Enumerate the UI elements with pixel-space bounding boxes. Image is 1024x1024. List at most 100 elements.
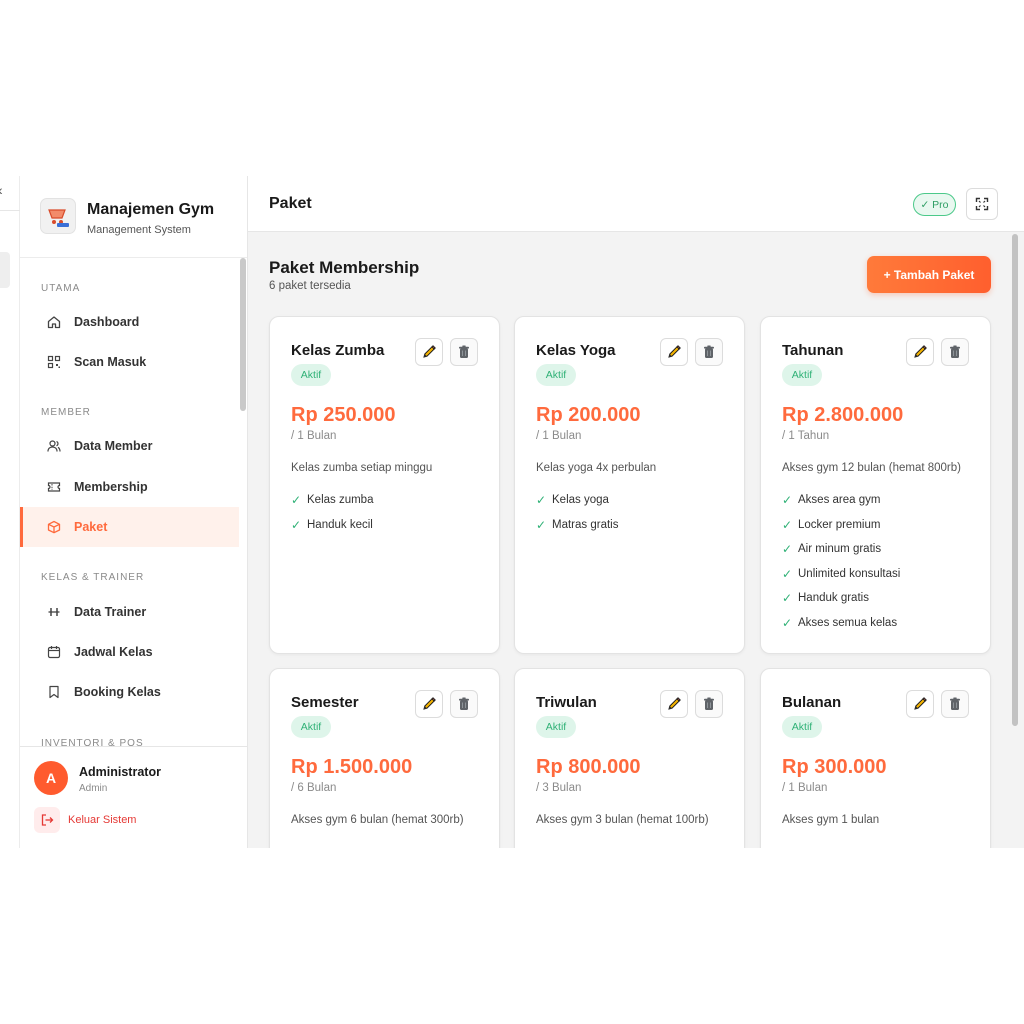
feature-item: ✓ Kelas yoga: [536, 493, 609, 507]
section-member: MEMBER: [41, 407, 91, 418]
section-utama: UTAMA: [41, 283, 81, 294]
status-badge: Aktif: [536, 716, 576, 738]
package-price: Rp 250.000: [291, 404, 396, 426]
user-panel: A Administrator Admin Keluar Sistem: [20, 746, 247, 848]
trash-icon: [459, 345, 469, 358]
package-icon: [46, 519, 62, 535]
qr-scan-icon: [46, 354, 62, 370]
sidebar-item-jadwal-kelas[interactable]: Jadwal Kelas: [20, 632, 239, 672]
sidebar-item-dashboard[interactable]: Dashboard: [20, 302, 239, 342]
sidebar-item-label: Paket: [74, 520, 108, 534]
pencil-icon: [914, 697, 927, 710]
calendar-icon: [46, 644, 62, 660]
status-badge: Aktif: [782, 716, 822, 738]
fullscreen-button[interactable]: [966, 188, 998, 220]
sidebar-item-data-trainer[interactable]: Data Trainer: [20, 592, 239, 632]
check-icon: ✓: [782, 615, 793, 630]
package-price: Rp 200.000: [536, 404, 641, 426]
app-subtitle: Management System: [87, 224, 191, 236]
collapsed-panel: ‹: [0, 176, 20, 848]
package-name: Kelas Yoga: [536, 342, 616, 359]
sidebar-item-label: Jadwal Kelas: [74, 645, 153, 659]
package-period: / 1 Bulan: [782, 782, 828, 794]
package-price: Rp 2.800.000: [782, 404, 904, 426]
feature-label: Handuk gratis: [798, 592, 869, 604]
sidebar-item-paket[interactable]: Paket: [20, 507, 239, 547]
edit-button[interactable]: [415, 338, 443, 366]
section-heading: Paket Membership: [269, 258, 420, 277]
sidebar-item-label: Data Trainer: [74, 605, 147, 619]
feature-item: ✓ Handuk kecil: [291, 518, 373, 532]
pencil-icon: [423, 345, 436, 358]
package-description: Kelas yoga 4x perbulan: [536, 462, 657, 474]
feature-item: ✓ Kelas zumba: [291, 493, 373, 507]
page-title: Paket: [269, 195, 312, 212]
package-price: Rp 1.500.000: [291, 756, 413, 778]
status-badge: Aktif: [291, 716, 331, 738]
edit-button[interactable]: [906, 338, 934, 366]
delete-button[interactable]: [695, 690, 723, 718]
panel-handle[interactable]: [0, 252, 10, 288]
logout-button[interactable]: Keluar Sistem: [68, 814, 136, 826]
pencil-icon: [914, 345, 927, 358]
feature-label: Akses area gym: [798, 494, 881, 506]
home-icon: [46, 314, 62, 330]
feature-label: Unlimited konsultasi: [798, 567, 901, 580]
sidebar-item-label: Booking Kelas: [74, 685, 161, 699]
delete-button[interactable]: [450, 338, 478, 366]
status-badge: Aktif: [291, 364, 331, 386]
sidebar-item-label: Membership: [74, 480, 148, 494]
app-window: ‹ Manajemen Gym Management System UTAMA: [0, 176, 1024, 848]
package-count: 6 paket tersedia: [269, 280, 351, 292]
gym-logo-icon: [40, 198, 76, 234]
feature-item: ✓ Akses semua kelas: [782, 616, 897, 630]
delete-button[interactable]: [450, 690, 478, 718]
package-name: Bulanan: [782, 694, 842, 711]
sidebar-scrollbar[interactable]: [240, 258, 246, 411]
ticket-icon: [46, 479, 62, 495]
avatar[interactable]: A: [34, 761, 68, 795]
chevron-left-icon[interactable]: ‹: [0, 182, 3, 198]
add-package-button[interactable]: + Tambah Paket: [867, 256, 991, 293]
users-icon: [46, 438, 62, 454]
package-description: Akses gym 3 bulan (hemat 100rb): [536, 814, 709, 826]
package-description: Kelas zumba setiap minggu: [291, 462, 433, 474]
status-badge: Aktif: [536, 364, 576, 386]
package-period: / 1 Bulan: [536, 430, 582, 442]
edit-button[interactable]: [660, 338, 688, 366]
delete-button[interactable]: [941, 338, 969, 366]
package-card: Triwulan Aktif Rp 800.000 / 3 Bulan Akse…: [514, 668, 745, 848]
sidebar-item-data-member[interactable]: Data Member: [20, 426, 239, 466]
feature-label: Akses semua kelas: [798, 616, 898, 629]
check-icon: ✓: [536, 493, 547, 507]
package-name: Triwulan: [536, 694, 597, 711]
edit-button[interactable]: [906, 690, 934, 718]
content-area: Paket Membership 6 paket tersedia + Tamb…: [248, 232, 1016, 848]
brand-header: Manajemen Gym Management System: [20, 176, 247, 258]
trash-icon: [950, 345, 960, 358]
sidebar-item-membership[interactable]: Membership: [20, 467, 239, 507]
edit-button[interactable]: [415, 690, 443, 718]
pencil-icon: [668, 697, 681, 710]
package-price: Rp 300.000: [782, 756, 887, 778]
main-scrollbar[interactable]: [1012, 234, 1018, 726]
feature-label: Kelas zumba: [307, 494, 374, 506]
delete-button[interactable]: [941, 690, 969, 718]
main-area: Paket ✓ Pro Paket Membership 6 paket ter…: [248, 176, 1024, 848]
sidebar-item-label: Dashboard: [74, 315, 140, 329]
sidebar-item-scan[interactable]: Scan Masuk: [20, 342, 239, 382]
logout-icon[interactable]: [34, 807, 60, 833]
bookmark-icon: [46, 684, 62, 700]
delete-button[interactable]: [695, 338, 723, 366]
app-title: Manajemen Gym: [87, 201, 215, 218]
feature-label: Handuk kecil: [307, 518, 373, 531]
edit-button[interactable]: [660, 690, 688, 718]
feature-label: Matras gratis: [552, 518, 619, 531]
check-icon: ✓: [782, 493, 793, 507]
package-card: Semester Aktif Rp 1.500.000 / 6 Bulan Ak…: [269, 668, 500, 848]
feature-item: ✓ Locker premium: [782, 518, 880, 532]
sidebar-item-booking-kelas[interactable]: Booking Kelas: [20, 672, 239, 712]
check-icon: ✓: [291, 517, 302, 532]
check-icon: ✓: [291, 493, 302, 507]
pencil-icon: [423, 697, 436, 710]
